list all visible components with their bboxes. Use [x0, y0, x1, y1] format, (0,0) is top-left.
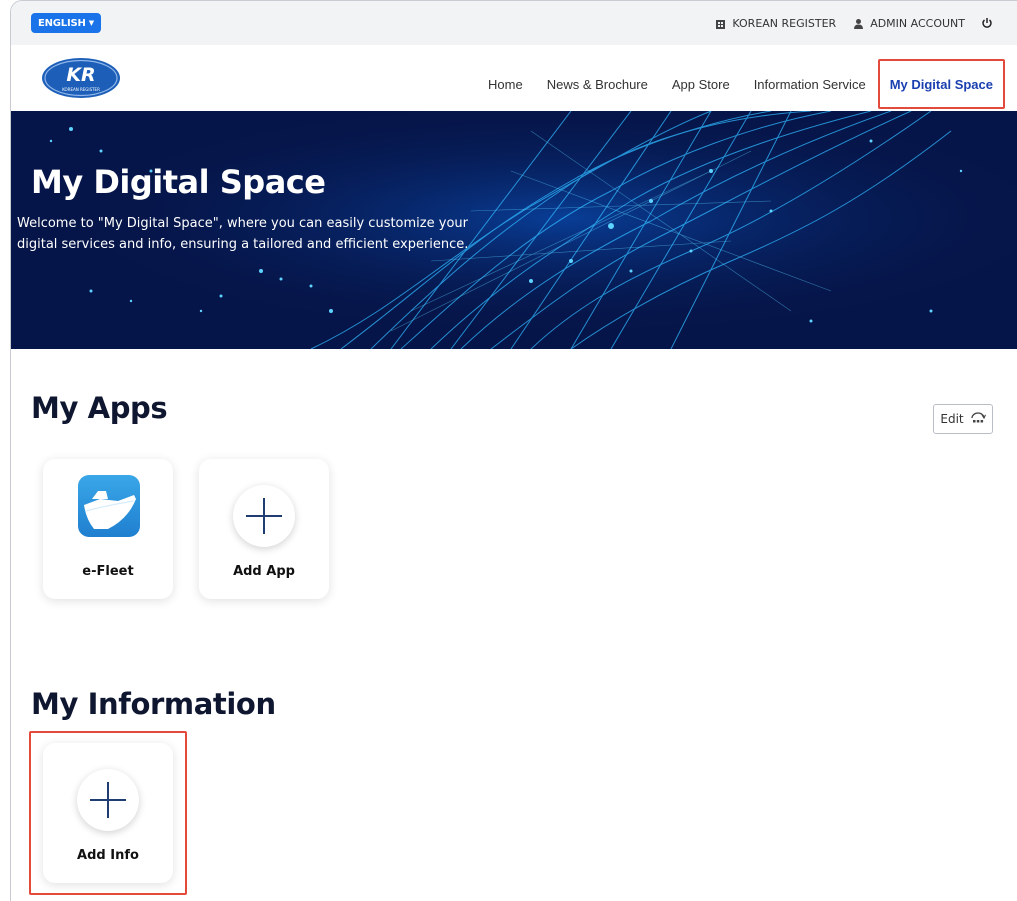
add-app-card[interactable]: Add App [199, 459, 329, 599]
hero-title: My Digital Space [31, 163, 326, 201]
add-app-label: Add App [233, 564, 295, 579]
edit-label: Edit [940, 412, 964, 426]
nav-my-digital-space[interactable]: My Digital Space [877, 59, 1005, 109]
nav-app-store[interactable]: App Store [660, 59, 742, 109]
nav-home[interactable]: Home [476, 59, 535, 109]
svg-text:KOREAN REGISTER: KOREAN REGISTER [62, 87, 100, 92]
hero-description: Welcome to "My Digital Space", where you… [17, 216, 469, 252]
ship-icon [78, 475, 140, 537]
nav-menu: Home News & Brochure App Store Informati… [476, 59, 1005, 109]
svg-text:KR: KR [66, 64, 95, 86]
add-info-highlight [29, 731, 187, 895]
plus-icon [233, 485, 295, 547]
utility-links: KOREAN REGISTER ADMIN ACCOUNT [714, 17, 993, 30]
my-apps-title: My Apps [31, 391, 168, 425]
main-navbar: KR KOREAN REGISTER Home News & Brochure … [11, 45, 1017, 111]
grid-edit-icon [970, 411, 986, 428]
nav-news-brochure[interactable]: News & Brochure [535, 59, 660, 109]
edit-button[interactable]: Edit [933, 404, 993, 434]
nav-information-service[interactable]: Information Service [742, 59, 878, 109]
admin-account-link[interactable]: ADMIN ACCOUNT [870, 17, 965, 30]
hero-banner: My Digital Space Welcome to "My Digital … [11, 111, 1017, 349]
app-card-e-fleet[interactable]: e-Fleet [43, 459, 173, 599]
power-icon[interactable] [981, 17, 993, 29]
language-dropdown[interactable]: ENGLISH ▼ [31, 13, 101, 33]
user-icon [852, 17, 864, 29]
my-information-title: My Information [31, 687, 276, 721]
language-label: ENGLISH [38, 17, 86, 29]
caret-down-icon: ▼ [88, 19, 94, 27]
building-icon [714, 17, 726, 29]
browser-frame: ENGLISH ▼ KOREAN REGISTER ADMIN ACCOUNT [10, 0, 1017, 901]
korean-register-link[interactable]: KOREAN REGISTER [732, 17, 836, 30]
kr-logo[interactable]: KR KOREAN REGISTER [41, 57, 121, 99]
utility-bar: ENGLISH ▼ KOREAN REGISTER ADMIN ACCOUNT [11, 1, 1017, 45]
app-card-label: e-Fleet [82, 564, 134, 579]
